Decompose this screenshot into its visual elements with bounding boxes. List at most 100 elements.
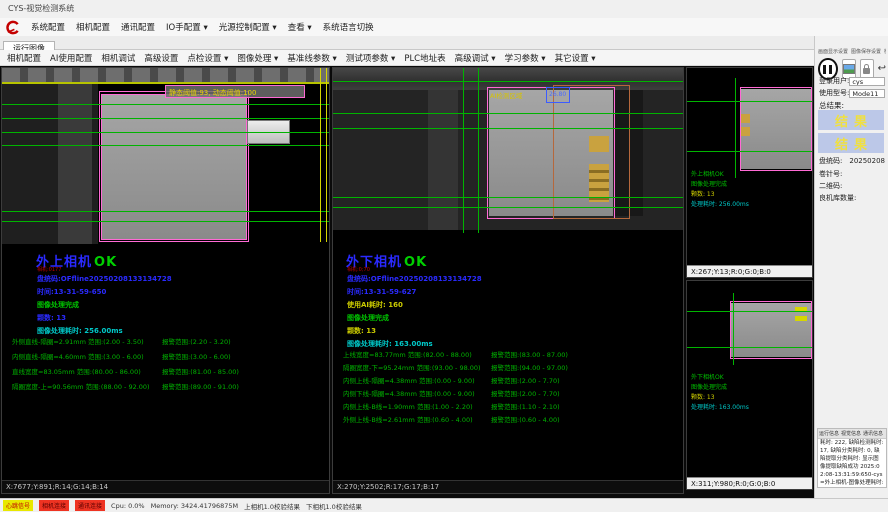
- toolbar-learning-params[interactable]: 学习参数 ▾: [505, 52, 546, 64]
- toolbar: 相机配置 AI使用配置 相机调试 高级设置 点检设置 ▾ 图像处理 ▾ 基准线参…: [0, 50, 814, 66]
- machine-left-stripe: [58, 84, 92, 244]
- overlay-process-done: 图像处理完成: [37, 300, 79, 310]
- model-input[interactable]: Mode11: [849, 89, 885, 98]
- upper-camera-check-result[interactable]: 上相机1.0校验结果: [244, 501, 300, 511]
- log-tab-run[interactable]: 运行信息: [819, 430, 839, 437]
- undo-icon: ↩: [878, 63, 886, 74]
- machine-stripe: [428, 90, 458, 230]
- alarm-range: 报警范围:(0.60 - 4.00): [491, 414, 560, 424]
- measurement-row: 上线宽度=83.77mm 范围:(82.00 - 88.00): [343, 349, 472, 359]
- edge-line: [320, 68, 321, 242]
- comm-connection-badge: 通讯连接: [75, 500, 105, 511]
- alarm-range: 报警范围:(94.00 - 97.00): [491, 362, 568, 372]
- undo-button[interactable]: ↩: [878, 64, 886, 74]
- measure-line: [2, 104, 329, 105]
- gold-contact: [741, 114, 750, 123]
- setting-link[interactable]: 检测保存设置: [884, 48, 886, 55]
- lock-icon: [863, 68, 870, 74]
- result-display-lower: 结果: [818, 133, 884, 153]
- setting-link[interactable]: 画面显示设置: [818, 48, 848, 55]
- thumbnail-view-2[interactable]: 外下相机OK 图像处理完成 颗数: 13 处理耗时: 163.00ms X:31…: [686, 280, 813, 490]
- menu-item-light-config[interactable]: 光源控制配置 ▾: [219, 21, 277, 33]
- measure-vline: [735, 78, 736, 178]
- menu-item-camera-config[interactable]: 相机配置: [76, 21, 110, 33]
- measure-line: [2, 221, 329, 222]
- toolbar-other-settings[interactable]: 其它设置 ▾: [555, 52, 596, 64]
- overlay-process-done: 图像处理完成: [347, 313, 389, 323]
- roi-rect: [740, 87, 812, 171]
- thumb-line: 颗数: 13: [691, 393, 749, 403]
- window-title: CYS-视觉检测系统: [8, 4, 74, 13]
- threshold-label-box: 静态阈值:93, 动态阈值:100: [165, 85, 305, 98]
- measure-line: [2, 132, 329, 133]
- tray-code-value: 20250208: [849, 157, 885, 165]
- toolbar-test-params[interactable]: 测试项参数 ▾: [346, 52, 395, 64]
- menu-item-view[interactable]: 查看 ▾: [288, 21, 312, 33]
- toolbar-camera-config[interactable]: 相机配置: [7, 52, 41, 64]
- toolbar-ai-config[interactable]: AI使用配置: [50, 52, 92, 64]
- measurement-row: 直线宽度=83.05mm 范围:(80.00 - 86.00): [12, 366, 141, 376]
- log-tab-vision[interactable]: 视觉信息: [841, 430, 861, 437]
- toolbar-image-processing[interactable]: 图像处理 ▾: [237, 52, 278, 64]
- measure-line: [333, 113, 683, 114]
- lower-camera-check-result[interactable]: 下相机1.0校验结果: [306, 501, 362, 511]
- thumbnail-view-1[interactable]: 外上相机OK 图像处理完成 颗数: 13 处理耗时: 256.00ms X:26…: [686, 67, 813, 278]
- measure-line: [2, 145, 329, 146]
- camera-view-lower[interactable]: 26.80 AI检测区域 外下相机OK 相机:0;70 盘统码:OFfline2…: [332, 67, 684, 494]
- machine-top-rail: [2, 68, 329, 82]
- login-user-input[interactable]: cys: [849, 77, 885, 86]
- measurement-row: 内侧上线-B线=1.90mm 范围:(1.00 - 2.20): [343, 401, 473, 411]
- pixel-coordinates: X:311;Y:980;R:0;G:0;B:0: [687, 477, 812, 490]
- measure-line: [2, 211, 329, 212]
- camera-view-upper[interactable]: 静态阈值:93, 动态阈值:100 外上相机OK 相机:0177 盘统码:OFf…: [1, 67, 330, 494]
- measurement-row: 内侧下线-隔圈=4.38mm 范围:(0.00 - 9.00): [343, 388, 475, 398]
- toolbar-plc-address-table[interactable]: PLC地址表: [404, 52, 445, 64]
- measure-vline: [463, 68, 464, 233]
- ai-roi-rect-orange: [553, 85, 630, 219]
- qr-code-label: 二维码:: [819, 181, 842, 191]
- toolbar-baseline-params[interactable]: 基准线参数 ▾: [287, 52, 336, 64]
- menu-item-comm-config[interactable]: 通讯配置: [121, 21, 155, 33]
- thumb-line: 处理耗时: 163.00ms: [691, 403, 749, 413]
- overlay-process-time: 图像处理耗时: 163.00ms: [347, 339, 433, 349]
- measure-line: [687, 311, 812, 312]
- overlay-barcode: 盘统码:OFfline20250208133134728: [37, 274, 172, 284]
- menu-bar: 系统配置 相机配置 通讯配置 IO手配置 ▾ 光源控制配置 ▾ 查看 ▾ 系统语…: [0, 18, 888, 36]
- menu-item-io-config[interactable]: IO手配置 ▾: [166, 21, 208, 33]
- app-logo-icon: [5, 20, 20, 35]
- thumb-line: 外下相机OK: [691, 373, 749, 383]
- measure-line: [687, 151, 812, 152]
- alarm-range: 报警范围:(2.00 - 7.70): [491, 375, 560, 385]
- camera-id: 相机:0;70: [347, 266, 370, 273]
- alarm-range: 报警范围:(2.20 - 3.20): [162, 336, 231, 346]
- measurement-row: 隔圈宽度-下=95.24mm 范围:(93.00 - 98.00): [343, 362, 481, 372]
- ai-region-label: AI检测区域: [490, 90, 522, 100]
- setting-link[interactable]: 图像保存设置: [851, 48, 881, 55]
- log-text: 耗时: 222, 缺陷检测耗时: 17, 缺陷分类耗时: 0, 缺陷提取分类耗时…: [818, 439, 886, 488]
- model-label: 使用型号:: [819, 88, 849, 98]
- alarm-range: 报警范围:(81.00 - 85.00): [162, 366, 239, 376]
- toolbar-camera-debug[interactable]: 相机调试: [101, 52, 135, 64]
- measure-vline: [478, 68, 479, 233]
- toolbar-advanced-debug[interactable]: 高级调试 ▾: [455, 52, 496, 64]
- log-tab-comm[interactable]: 通讯信息: [863, 430, 883, 437]
- measure-vline: [733, 293, 734, 365]
- stock-count-label: 良机库数量:: [819, 193, 856, 203]
- camera-id: 相机:0177: [37, 266, 61, 273]
- toolbar-advanced-settings[interactable]: 高级设置: [144, 52, 178, 64]
- thumb-line: 图像处理完成: [691, 180, 749, 190]
- heartbeat-status-badge: 心跳信号: [3, 500, 33, 511]
- login-user-label: 登录用户:: [819, 76, 849, 86]
- toolbar-spotcheck-settings[interactable]: 点检设置 ▾: [187, 52, 228, 64]
- menu-item-system-config[interactable]: 系统配置: [31, 21, 65, 33]
- menu-item-language-switch[interactable]: 系统语言切换: [323, 21, 374, 33]
- gold-contact: [741, 127, 750, 136]
- measure-line: [333, 81, 683, 82]
- alarm-range: 报警范围:(1.10 - 2.10): [491, 401, 560, 411]
- camera-connection-badge: 相机连接: [39, 500, 69, 511]
- thumb-line: 处理耗时: 256.00ms: [691, 200, 749, 210]
- main-content: 静态阈值:93, 动态阈值:100 外上相机OK 相机:0177 盘统码:OFf…: [0, 66, 888, 498]
- model-row: 使用型号: Mode11: [819, 88, 885, 98]
- log-panel: 运行信息 视觉信息 通讯信息 耗时: 222, 缺陷检测耗时: 17, 缺陷分类…: [817, 428, 887, 488]
- pixel-coordinates: X:7677;Y:891;R:14;G:14;B:14: [2, 480, 329, 493]
